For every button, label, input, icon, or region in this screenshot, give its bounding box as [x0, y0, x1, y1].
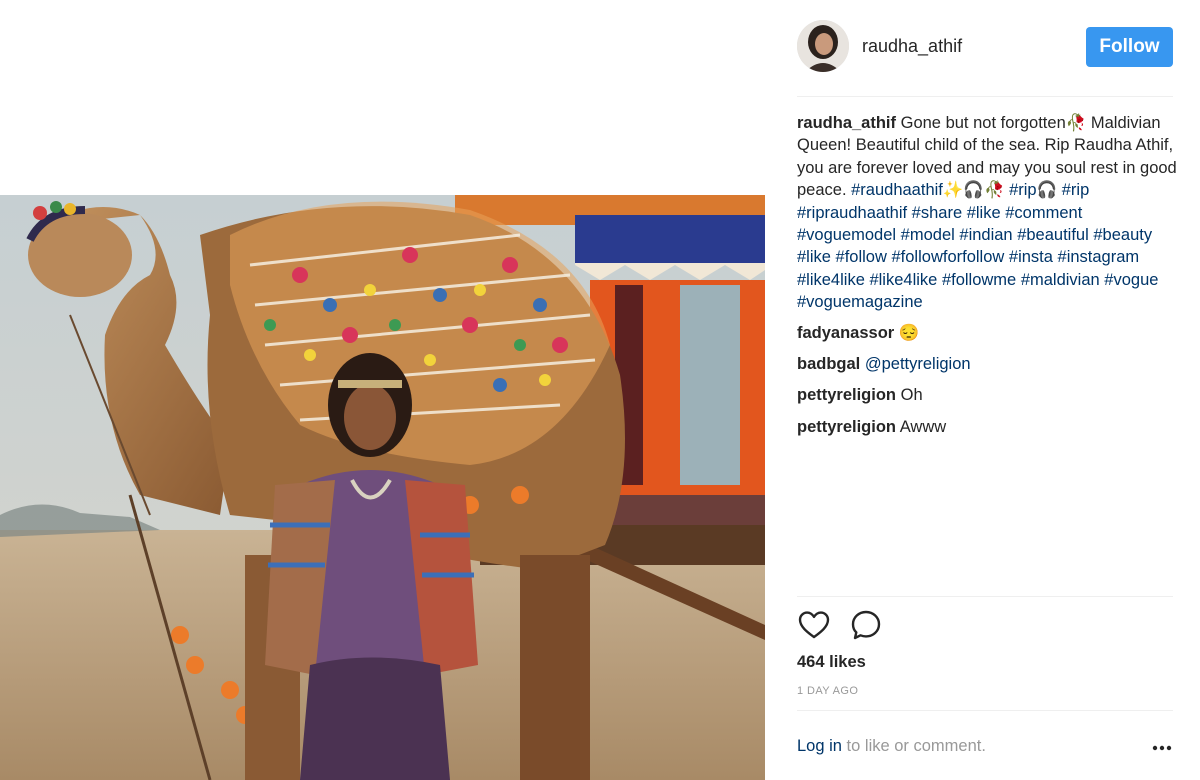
- header-username-link[interactable]: raudha_athif: [862, 36, 962, 57]
- hashtag-link[interactable]: #beauty: [1093, 226, 1152, 244]
- post-timestamp[interactable]: 1 DAY AGO: [797, 685, 858, 697]
- likes-count[interactable]: 464 likes: [797, 653, 866, 672]
- footer-divider: [797, 710, 1173, 711]
- header-divider: [797, 96, 1173, 97]
- caption: raudha_athif Gone but not forgotten🥀 Mal…: [797, 112, 1177, 314]
- hashtag-link[interactable]: #raudhaathif✨🎧🥀: [851, 181, 1004, 199]
- comment-item: badbgal @pettyreligion: [797, 353, 1177, 375]
- caption-username-link[interactable]: raudha_athif: [797, 114, 896, 132]
- comment-text: 😔: [898, 323, 920, 342]
- heart-outline-icon: [798, 611, 830, 639]
- hashtag-link[interactable]: #like4like: [869, 271, 937, 289]
- comment-item: pettyreligion Awww: [797, 416, 1177, 438]
- ellipsis-icon: [1152, 745, 1172, 751]
- post-header: raudha_athif Follow: [797, 18, 1173, 78]
- comment-item: pettyreligion Oh: [797, 384, 1177, 406]
- comment-button[interactable]: [849, 608, 883, 642]
- hashtag-link[interactable]: #voguemagazine: [797, 293, 923, 311]
- hashtag-link[interactable]: #like: [967, 204, 1001, 222]
- hashtag-link[interactable]: #comment: [1005, 204, 1082, 222]
- comments-section: raudha_athif Gone but not forgotten🥀 Mal…: [797, 112, 1177, 447]
- comment-text: Oh: [900, 386, 923, 405]
- hashtag-link[interactable]: #insta: [1009, 248, 1053, 266]
- comments-divider: [797, 596, 1173, 597]
- comment-username-link[interactable]: pettyreligion: [797, 386, 896, 404]
- comment-list: fadyanassor 😔 badbgal @pettyreligion petty…: [797, 322, 1177, 439]
- hashtag-link[interactable]: #rip🎧: [1009, 181, 1057, 199]
- caption-hashtags: #raudhaathif✨🎧🥀 #rip🎧 #rip #ripraudhaath…: [797, 181, 1158, 311]
- login-prompt: Log in to like or comment.: [797, 737, 1173, 759]
- comment-username-link[interactable]: pettyreligion: [797, 418, 896, 436]
- login-prompt-text: to like or comment.: [841, 737, 986, 755]
- comment-text: Awww: [899, 417, 947, 436]
- hashtag-link[interactable]: #ripraudhaathif: [797, 204, 907, 222]
- hashtag-link[interactable]: #share: [912, 204, 962, 222]
- hashtag-link[interactable]: #like: [797, 248, 831, 266]
- hashtag-link[interactable]: #followme: [942, 271, 1016, 289]
- more-options-button[interactable]: [1151, 737, 1173, 759]
- comment-username-link[interactable]: fadyanassor: [797, 324, 894, 342]
- avatar[interactable]: [797, 20, 849, 72]
- hashtag-link[interactable]: #vogue: [1104, 271, 1158, 289]
- hashtag-link[interactable]: #voguemodel: [797, 226, 896, 244]
- hashtag-link[interactable]: #followforfollow: [892, 248, 1005, 266]
- action-bar: [797, 608, 917, 642]
- post-photo-illustration: [0, 195, 765, 780]
- hashtag-link[interactable]: #indian: [959, 226, 1012, 244]
- post-side-panel: raudha_athif Follow raudha_athif Gone bu…: [765, 0, 1200, 780]
- hashtag-link[interactable]: #follow: [836, 248, 887, 266]
- hashtag-link[interactable]: #beautiful: [1017, 226, 1089, 244]
- hashtag-link[interactable]: #rip: [1062, 181, 1090, 199]
- like-button[interactable]: [797, 608, 831, 642]
- follow-button[interactable]: Follow: [1086, 27, 1173, 67]
- hashtag-link[interactable]: #like4like: [797, 271, 865, 289]
- hashtag-link[interactable]: #model: [901, 226, 955, 244]
- speech-bubble-icon: [851, 610, 881, 640]
- hashtag-link[interactable]: #instagram: [1058, 248, 1140, 266]
- login-link[interactable]: Log in: [797, 737, 842, 755]
- comment-username-link[interactable]: badbgal: [797, 355, 860, 373]
- avatar-image: [797, 20, 849, 72]
- hashtag-link[interactable]: #maldivian: [1021, 271, 1100, 289]
- comment-item: fadyanassor 😔: [797, 322, 1177, 344]
- instagram-post-page: raudha_athif Follow raudha_athif Gone bu…: [0, 0, 1200, 780]
- comment-mention-link[interactable]: @pettyreligion: [865, 355, 971, 373]
- post-photo[interactable]: [0, 195, 765, 780]
